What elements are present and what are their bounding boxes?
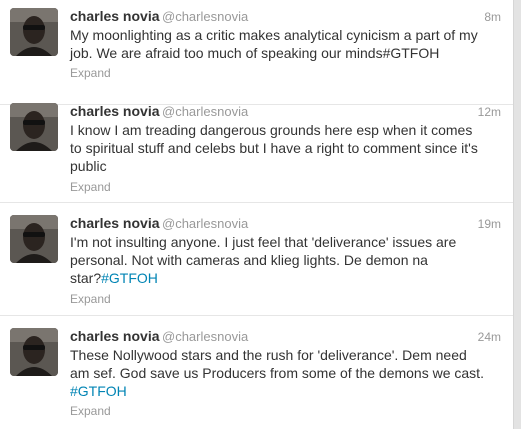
- avatar-photo-icon: [10, 103, 58, 151]
- tweet-text-fragment: star?: [70, 270, 102, 286]
- hashtag-link[interactable]: #GTFOH: [101, 270, 158, 286]
- tweet-timestamp[interactable]: 24m: [478, 330, 501, 344]
- author-name[interactable]: charles novia: [70, 328, 160, 344]
- tweet-timestamp[interactable]: 12m: [478, 105, 501, 119]
- tweet-text-line: personal. Not with cameras and klieg lig…: [70, 252, 428, 268]
- expand-link[interactable]: Expand: [70, 292, 111, 306]
- author-handle[interactable]: @charlesnovia: [162, 104, 248, 119]
- tweet-timeline: charles novia @charlesnovia 8m My moonli…: [0, 0, 514, 429]
- tweet-item[interactable]: charles novia @charlesnovia 12m I know I…: [0, 95, 513, 203]
- avatar[interactable]: [10, 328, 58, 376]
- author-handle[interactable]: @charlesnovia: [162, 9, 248, 24]
- avatar-photo-icon: [10, 328, 58, 376]
- tweet-item[interactable]: charles novia @charlesnovia 8m My moonli…: [0, 0, 513, 105]
- tweet-text: These Nollywood stars and the rush for '…: [70, 346, 498, 400]
- tweet-text-line: am sef. God save us Producers from some …: [70, 365, 484, 381]
- tweet-timestamp[interactable]: 8m: [484, 10, 501, 24]
- tweet-text-line: public: [70, 158, 107, 174]
- tweet-text: I'm not insulting anyone. I just feel th…: [70, 233, 498, 287]
- avatar[interactable]: [10, 8, 58, 56]
- author-name[interactable]: charles novia: [70, 8, 160, 24]
- tweet-text: My moonlighting as a critic makes analyt…: [70, 26, 498, 62]
- tweet-text-line: I'm not insulting anyone. I just feel th…: [70, 234, 457, 250]
- tweet-item[interactable]: charles novia @charlesnovia 24m These No…: [0, 320, 513, 429]
- author-handle[interactable]: @charlesnovia: [162, 329, 248, 344]
- expand-link[interactable]: Expand: [70, 66, 111, 80]
- expand-link[interactable]: Expand: [70, 180, 111, 194]
- avatar[interactable]: [10, 215, 58, 263]
- hashtag-link[interactable]: #GTFOH: [70, 383, 127, 399]
- tweet-text: I know I am treading dangerous grounds h…: [70, 121, 498, 175]
- author-name[interactable]: charles novia: [70, 215, 160, 231]
- tweet-text-line: job. We are afraid too much of speaking …: [70, 45, 440, 61]
- tweet-text-line: I know I am treading dangerous grounds h…: [70, 122, 473, 138]
- tweet-text-line: My moonlighting as a critic makes analyt…: [70, 27, 478, 43]
- avatar-photo-icon: [10, 8, 58, 56]
- tweet-text-line: star?#GTFOH: [70, 269, 498, 287]
- avatar[interactable]: [10, 103, 58, 151]
- tweet-text-line: to spiritual stuff and celebs but I have…: [70, 140, 478, 156]
- tweet-item[interactable]: charles novia @charlesnovia 19m I'm not …: [0, 207, 513, 316]
- tweet-text-line: #GTFOH: [70, 382, 498, 400]
- author-handle[interactable]: @charlesnovia: [162, 216, 248, 231]
- scrollbar[interactable]: [514, 0, 521, 429]
- expand-link[interactable]: Expand: [70, 404, 111, 418]
- tweet-text-line: These Nollywood stars and the rush for '…: [70, 347, 467, 363]
- tweet-timestamp[interactable]: 19m: [478, 217, 501, 231]
- author-name[interactable]: charles novia: [70, 103, 160, 119]
- avatar-photo-icon: [10, 215, 58, 263]
